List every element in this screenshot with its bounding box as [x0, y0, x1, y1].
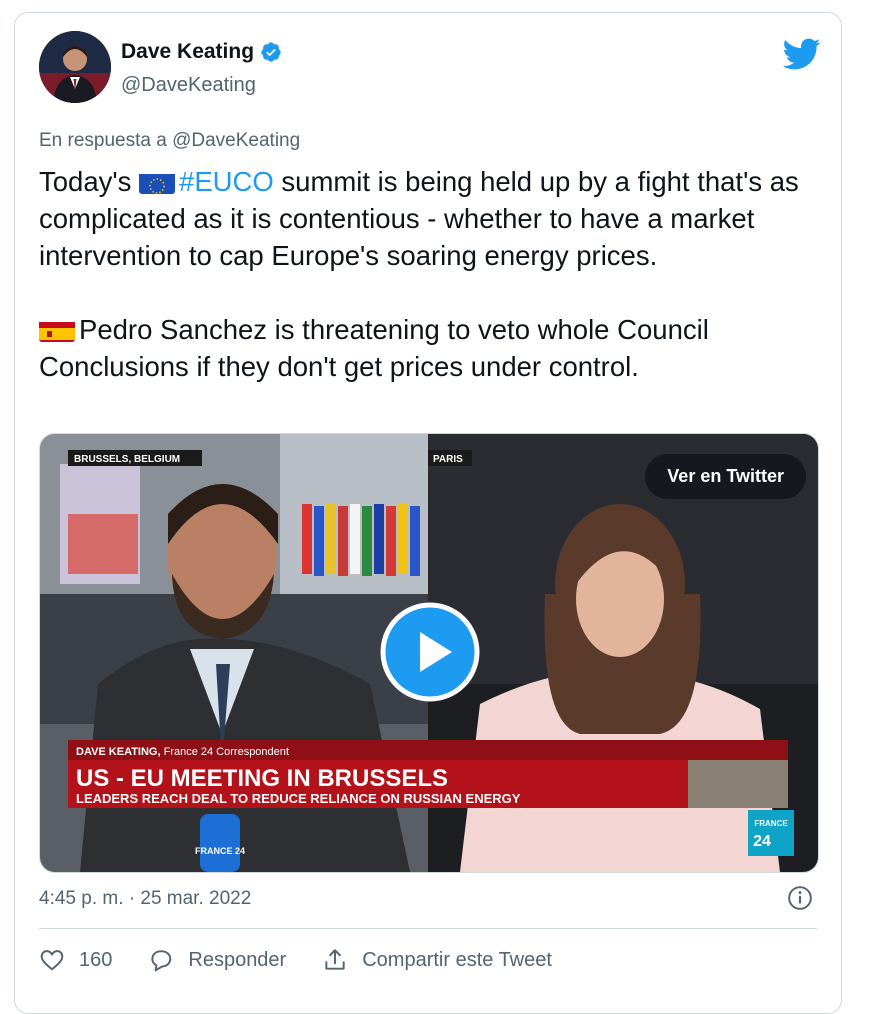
share-button[interactable]: Compartir este Tweet [322, 947, 552, 973]
lower-third-role: France 24 Correspondent [161, 746, 289, 758]
view-on-twitter-button[interactable]: Ver en Twitter [645, 454, 806, 499]
reply-icon [151, 950, 172, 972]
like-button[interactable]: 160 [39, 947, 112, 973]
location-tag-left: BRUSSELS, BELGIUM [74, 454, 180, 465]
tweet-paragraph-1: Today's #EUCO summit is being held up by… [39, 163, 829, 274]
like-count: 160 [79, 948, 113, 971]
reply-to-mention[interactable]: @DaveKeating [172, 130, 300, 151]
share-icon [325, 949, 345, 970]
tweet-actions: 160 Responder Compartir este Tweet [39, 947, 588, 973]
reply-to-line: En respuesta a @DaveKeating [39, 130, 300, 152]
share-label: Compartir este Tweet [362, 948, 552, 971]
tweet-timestamp[interactable]: 4:45 p. m. · 25 mar. 2022 [39, 888, 251, 910]
twitter-logo-icon[interactable] [781, 37, 821, 71]
channel-logo-top: FRANCE [754, 819, 788, 828]
tweet-paragraph-2: Pedro Sanchez is threatening to veto who… [39, 311, 829, 385]
heart-icon [40, 950, 64, 971]
headline: US - EU MEETING IN BRUSSELS [76, 765, 448, 792]
lower-third-name: DAVE KEATING, [76, 746, 161, 758]
info-icon[interactable] [787, 885, 813, 911]
video-player[interactable]: FRANCE 24 FRANCE 24 BRUSSELS, BELGIUM PA… [39, 433, 819, 873]
author-handle[interactable]: @DaveKeating [121, 74, 256, 97]
channel-logo-number: 24 [753, 833, 771, 850]
tweet-text-part: Pedro Sanchez is threatening to veto who… [39, 314, 709, 382]
tweet-card: Dave Keating @DaveKeating En respuesta a… [14, 12, 842, 1014]
author-name-row[interactable]: Dave Keating [121, 40, 282, 64]
avatar[interactable] [39, 31, 111, 103]
reply-to-prefix: En respuesta a [39, 130, 167, 151]
tweet-text: Today's #EUCO summit is being held up by… [39, 163, 829, 385]
play-icon[interactable] [380, 602, 480, 702]
eu-flag-icon [139, 170, 176, 194]
tweet-text-part: Today's [39, 166, 140, 197]
reply-button[interactable]: Responder [148, 947, 286, 973]
divider [39, 928, 817, 929]
mic-label: FRANCE 24 [195, 846, 245, 856]
hashtag-link[interactable]: #EUCO [179, 166, 274, 197]
verified-badge-icon [261, 42, 281, 62]
location-tag-right: PARIS [433, 454, 463, 465]
reply-label: Responder [188, 948, 287, 971]
svg-text:DAVE KEATING, France 24 Corres: DAVE KEATING, France 24 Correspondent [76, 746, 289, 758]
subheadline: LEADERS REACH DEAL TO REDUCE RELIANCE ON… [76, 791, 521, 806]
spain-flag-icon [39, 318, 75, 342]
author-name[interactable]: Dave Keating [121, 40, 254, 64]
